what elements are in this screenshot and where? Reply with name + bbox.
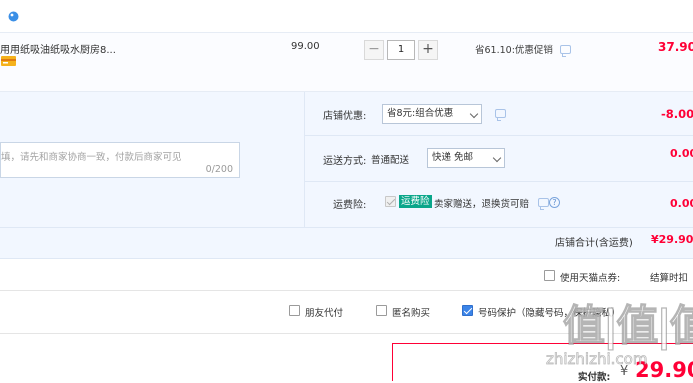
delivery-select-value: 快递 免邮 bbox=[432, 152, 474, 163]
increase-quantity-button[interactable]: + bbox=[418, 40, 438, 60]
discount-label: 店铺优惠: bbox=[323, 111, 367, 122]
chevron-down-icon bbox=[492, 153, 502, 163]
buyer-message-placeholder: 填，请先和商家协商一致，付款后商家可见 bbox=[1, 152, 182, 163]
watermark-logo: 值|值|值 bbox=[562, 300, 693, 350]
brand-drop-icon bbox=[8, 11, 19, 22]
insurance-badge: 运费险 bbox=[399, 195, 432, 208]
cart-item-row: 用用纸吸油纸吸水厨房8... 99.00 − 1 + 省61.10:优惠促销 3… bbox=[0, 32, 693, 92]
coupon-label: 使用天猫点券: bbox=[560, 273, 621, 284]
item-subtotal: 37.90 bbox=[658, 40, 693, 54]
insurance-label: 运费险: bbox=[333, 200, 367, 211]
discount-message-icon[interactable] bbox=[495, 109, 506, 121]
insurance-amount: 0.00 bbox=[670, 197, 693, 210]
row-divider bbox=[304, 181, 693, 182]
insurance-message-icon[interactable] bbox=[538, 198, 549, 210]
row-divider bbox=[304, 135, 693, 136]
unit-price: 99.00 bbox=[291, 41, 320, 52]
shop-total-row: 店铺合计(含运费) ¥29.90 bbox=[0, 227, 693, 259]
promo-text: 省61.10:优惠促销 bbox=[475, 45, 553, 56]
delivery-amount: 0.00 bbox=[670, 147, 693, 160]
delivery-select[interactable]: 快递 免邮 bbox=[427, 148, 505, 168]
discount-amount: -8.00 bbox=[661, 107, 693, 121]
watermark-url: zhizhizhi.com bbox=[546, 350, 648, 369]
chevron-down-icon bbox=[469, 109, 479, 119]
discount-select-value: 省8元:组合优惠 bbox=[387, 108, 454, 119]
help-icon[interactable]: ? bbox=[549, 197, 560, 208]
number-protect-checkbox[interactable] bbox=[462, 305, 473, 316]
friend-pay-label: 朋友代付 bbox=[305, 308, 344, 319]
anonymous-checkbox[interactable] bbox=[376, 305, 387, 316]
delivery-label: 运送方式: bbox=[323, 156, 367, 167]
friend-pay-checkbox[interactable] bbox=[289, 305, 300, 316]
coupon-settle-text: 结算时扣 bbox=[650, 273, 689, 284]
shop-total-label: 店铺合计(含运费) bbox=[555, 238, 633, 249]
buyer-message-box[interactable]: 填，请先和商家协商一致，付款后商家可见 0/200 bbox=[0, 142, 240, 178]
coupon-checkbox[interactable] bbox=[544, 270, 555, 281]
divider bbox=[0, 290, 693, 291]
top-strip bbox=[0, 0, 693, 32]
insurance-text: 卖家赠送，退换货可赔 bbox=[434, 199, 530, 210]
card-badge-icon bbox=[1, 56, 16, 66]
delivery-type: 普通配送 bbox=[371, 155, 410, 166]
anonymous-label: 匿名购买 bbox=[392, 308, 431, 319]
promo-message-icon[interactable] bbox=[560, 45, 571, 57]
buyer-message-counter: 0/200 bbox=[205, 164, 233, 175]
item-title[interactable]: 用用纸吸油纸吸水厨房8... bbox=[0, 41, 116, 56]
quantity-input[interactable]: 1 bbox=[387, 40, 415, 60]
shop-total-amount: ¥29.90 bbox=[651, 233, 693, 246]
discount-select[interactable]: 省8元:组合优惠 bbox=[382, 104, 482, 124]
insurance-checkbox[interactable] bbox=[385, 196, 396, 207]
decrease-quantity-button[interactable]: − bbox=[364, 40, 384, 60]
